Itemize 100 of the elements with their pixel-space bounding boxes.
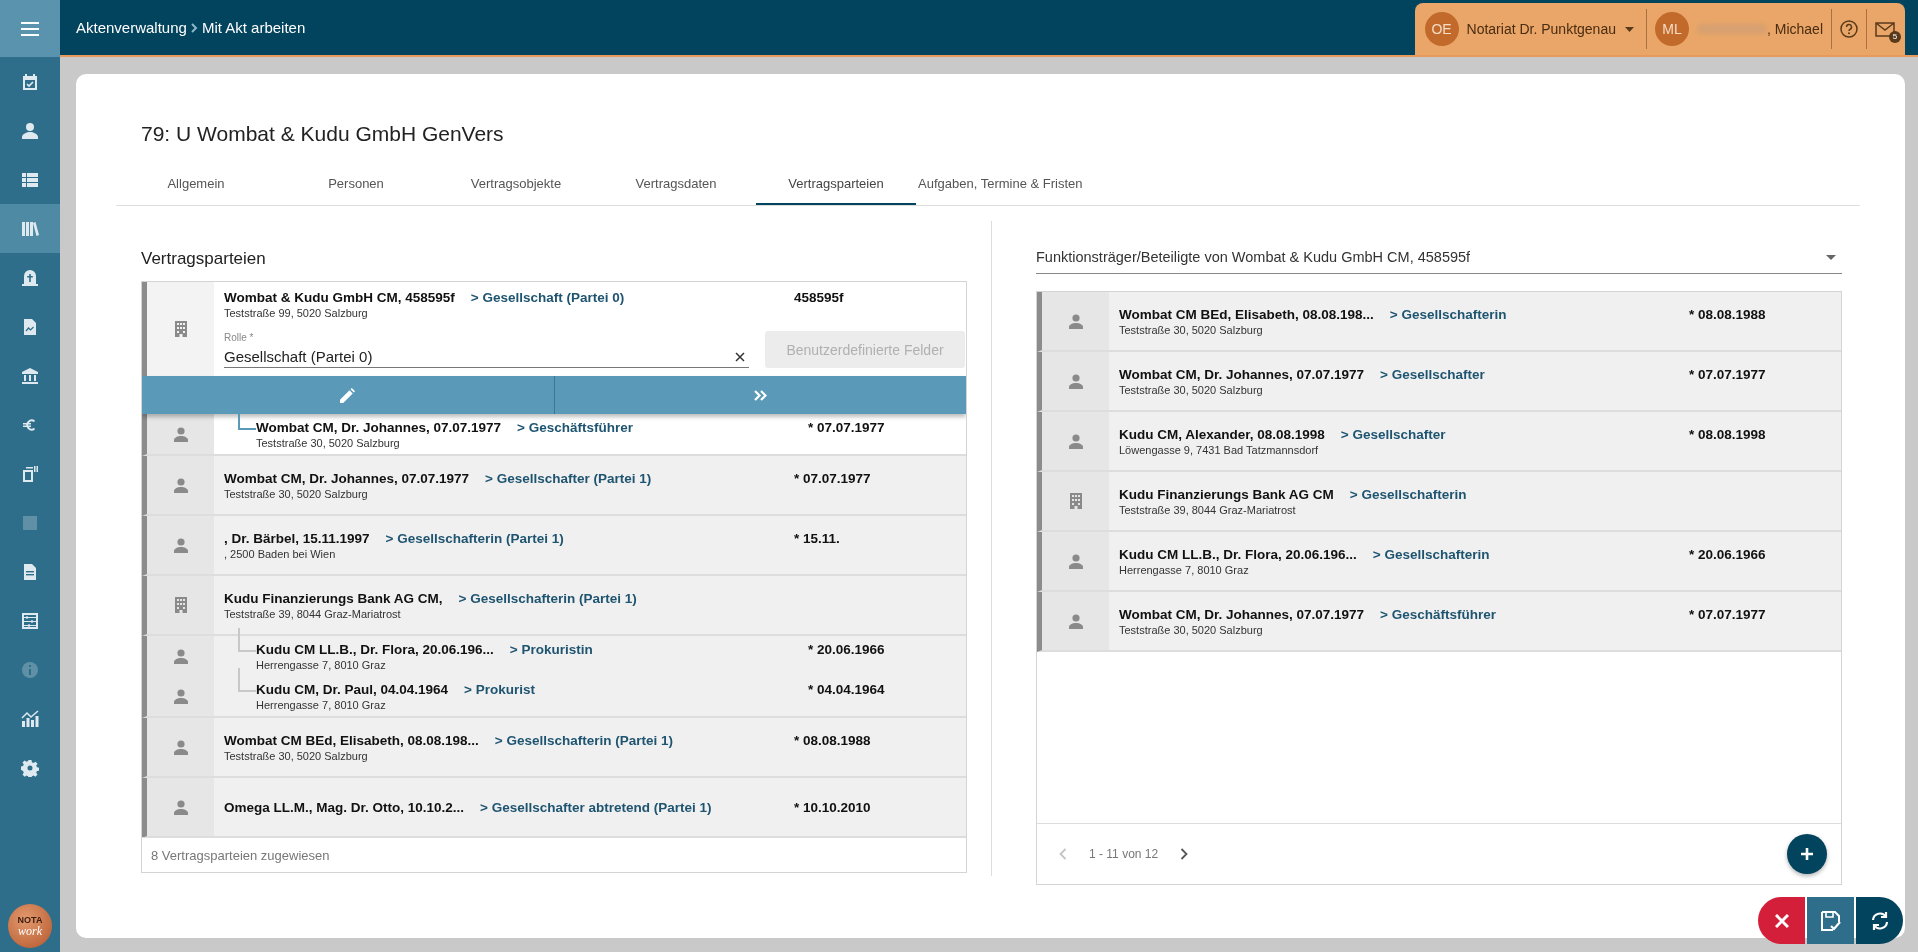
document-icon[interactable]	[21, 562, 39, 581]
party-role-link[interactable]: > Gesellschaft (Partei 0)	[470, 290, 625, 305]
books-icon[interactable]	[21, 219, 39, 238]
party-address: Teststraße 99, 5020 Salzburg	[224, 307, 369, 319]
party-row[interactable]: Omega LL.M., Mag. Dr. Otto, 10.10.2... > Gesellschafter abtretend (Partei 1) * 10.10.2010	[142, 778, 966, 837]
menu-icon	[21, 21, 39, 36]
party-role-link[interactable]: > Gesellschafterin (Partei 1)	[385, 530, 564, 546]
tab[interactable]: Vertragsdaten	[596, 163, 756, 205]
party-address: Teststraße 30, 5020 Salzburg	[256, 436, 401, 449]
party-date: * 20.06.1966	[808, 641, 885, 657]
participant-row[interactable]: Wombat CM BEd, Elisabeth, 08.08.198... > Gesellschafterin Teststraße 30, 5020 Salzburg * 08.08.1988	[1037, 292, 1841, 352]
close-icon	[1774, 913, 1789, 928]
party-row[interactable]: , Dr. Bärbel, 15.11.1997 > Gesellschafterin (Partei 1) , 2500 Baden bei Wien * 15.11.	[142, 516, 966, 576]
party-row[interactable]: Wombat CM, Dr. Johannes, 07.07.1977 > Gesellschafter (Partei 1) Teststraße 30, 5020 Salzburg * 07.07.1977	[142, 456, 966, 516]
tab[interactable]: Personen	[276, 163, 436, 205]
help-icon[interactable]	[1840, 20, 1858, 38]
party-date: * 08.08.1998	[1689, 426, 1766, 442]
person-icon[interactable]	[21, 121, 39, 140]
add-button[interactable]	[1787, 834, 1827, 874]
party-role-link[interactable]: > Gesellschafter	[1340, 426, 1446, 442]
tab[interactable]: Vertragsobjekte	[436, 163, 596, 205]
save-button[interactable]	[1807, 897, 1854, 944]
party-role-link[interactable]: > Gesellschafterin (Partei 1)	[458, 590, 637, 606]
building-icon	[174, 321, 187, 337]
party-role-link[interactable]: > Gesellschafterin	[1372, 546, 1490, 562]
participant-row[interactable]: Wombat CM, Dr. Johannes, 07.07.1977 > Gesellschafter Teststraße 30, 5020 Salzburg * 07.07.1977	[1037, 352, 1841, 412]
menu-button[interactable]	[0, 0, 60, 57]
list-icon[interactable]	[21, 170, 39, 189]
party-row[interactable]: Wombat CM BEd, Elisabeth, 08.08.198... > Gesellschafterin (Partei 1) Teststraße 30, 5020 Salzburg * 08.08.1988	[142, 718, 966, 778]
double-chevron-icon	[753, 389, 767, 401]
chevron-right-icon[interactable]	[1180, 848, 1189, 860]
party-name: Kudu Finanzierungs Bank AG CM,	[224, 590, 443, 606]
plus-icon	[1800, 847, 1814, 861]
party-date: * 07.07.1977	[808, 419, 885, 435]
party-role-link[interactable]: > Gesellschafter	[1380, 366, 1485, 382]
pagination-range: 1 - 11 von 12	[1089, 847, 1159, 861]
party-role-link[interactable]: > Geschäftsführer	[1380, 606, 1496, 622]
office-selector[interactable]: Notariat Dr. Punktgenau	[1466, 21, 1638, 37]
party-name: Wombat CM BEd, Elisabeth, 08.08.198...	[224, 732, 479, 748]
party-role-link[interactable]: > Geschäftsführer	[517, 419, 633, 435]
party-address: Herrengasse 7, 8010 Graz	[256, 658, 387, 671]
calendar-check-icon[interactable]	[21, 72, 39, 91]
user-avatar: ML	[1654, 12, 1689, 46]
party-role-link[interactable]: > Gesellschafter abtretend (Partei 1)	[480, 799, 712, 815]
participant-row[interactable]: Wombat CM, Dr. Johannes, 07.07.1977 > Geschäftsführer Teststraße 30, 5020 Salzburg * 07.07.1977	[1037, 592, 1841, 652]
refresh-button[interactable]	[1856, 897, 1903, 944]
party-date: * 08.08.1988	[1689, 306, 1766, 322]
party-name: Kudu CM, Alexander, 08.08.1998	[1119, 426, 1325, 442]
party-address: Herrengasse 7, 8010 Graz	[1119, 563, 1250, 576]
participants-dropdown[interactable]: Funktionsträger/Beteiligte von Wombat & Kudu GmbH CM, 458595f	[1036, 241, 1842, 274]
document-chart-icon[interactable]	[21, 317, 39, 336]
party-role-link[interactable]: > Prokuristin	[509, 641, 593, 657]
caret-icon	[1624, 26, 1634, 32]
party-address: Teststraße 39, 8044 Graz-Mariatrost	[1119, 503, 1297, 516]
party-address: , 2500 Baden bei Wien	[224, 547, 337, 560]
party-address: Teststraße 39, 8044 Graz-Mariatrost	[224, 607, 402, 620]
party-date: * 07.07.1977	[794, 470, 871, 486]
party-row[interactable]: Kudu Finanzierungs Bank AG CM, > Gesellschafterin (Partei 1) Teststraße 39, 8044 Graz-Mariatrost	[142, 576, 966, 636]
party-role-link[interactable]: > Gesellschafterin (Partei 1)	[494, 732, 674, 748]
tombstone-icon[interactable]	[21, 268, 39, 287]
participant-row[interactable]: Kudu Finanzierungs Bank AG CM > Gesellschafterin Teststraße 39, 8044 Graz-Mariatrost	[1037, 472, 1841, 532]
party-name: Wombat CM, Dr. Johannes, 07.07.1977	[1119, 366, 1365, 382]
party-name: Wombat & Kudu GmbH CM, 458595f	[224, 290, 455, 305]
party-date: 458595f	[794, 290, 844, 305]
party-role-link[interactable]: > Gesellschafterin	[1349, 486, 1467, 502]
user-name[interactable]: , Michael	[1766, 21, 1823, 37]
pencil-icon	[340, 387, 356, 403]
party-name: Wombat CM, Dr. Johannes, 07.07.1977	[1119, 606, 1365, 622]
person-icon	[173, 739, 188, 755]
abacus-icon[interactable]	[21, 611, 39, 630]
person-icon	[173, 426, 188, 442]
save-check-icon	[1819, 909, 1842, 932]
copy-icon[interactable]	[21, 464, 39, 483]
party-name: Kudu Finanzierungs Bank AG CM	[1119, 486, 1334, 502]
breadcrumb-link[interactable]: Aktenverwaltung	[76, 19, 187, 36]
person-icon	[1068, 613, 1083, 629]
party-role-link[interactable]: > Gesellschafter (Partei 1)	[485, 470, 652, 486]
bank-icon[interactable]	[21, 366, 39, 385]
clear-icon[interactable]	[735, 352, 745, 362]
person-icon	[1068, 313, 1083, 329]
party-date: * 08.08.1988	[794, 732, 871, 748]
tab[interactable]: Aufgaben, Termine & Fristen	[916, 163, 1085, 205]
person-icon	[173, 688, 188, 704]
cancel-button[interactable]	[1758, 897, 1805, 944]
party-name: Kudu CM LL.B., Dr. Flora, 20.06.196...	[1119, 546, 1357, 562]
chart-icon[interactable]	[21, 709, 39, 728]
party-name: Wombat CM, Dr. Johannes, 07.07.1977	[224, 470, 470, 486]
party-date: * 04.04.1964	[808, 681, 885, 697]
person-icon	[1068, 553, 1083, 569]
settings-icon[interactable]	[21, 758, 39, 777]
participant-row[interactable]: Kudu CM LL.B., Dr. Flora, 20.06.196... > Gesellschafterin Herrengasse 7, 8010 Graz * 20.06.1966	[1037, 532, 1841, 592]
participant-row[interactable]: Kudu CM, Alexander, 08.08.1998 > Gesellschafter Löwengasse 9, 7431 Bad Tatzmannsdorf * 08.08.1998	[1037, 412, 1841, 472]
tree-connector	[238, 667, 256, 692]
party-role-link[interactable]: > Gesellschafterin	[1389, 306, 1507, 322]
role-field[interactable]: Rolle * Gesellschaft (Partei 0)	[224, 332, 749, 368]
party-count: 8 Vertragsparteien zugewiesen	[142, 837, 966, 872]
party-role-link[interactable]: > Prokurist	[464, 681, 535, 697]
mail-icon[interactable]	[1875, 21, 1895, 37]
tab[interactable]: Allgemein	[116, 163, 276, 205]
tab[interactable]: Vertragsparteien	[756, 163, 916, 205]
